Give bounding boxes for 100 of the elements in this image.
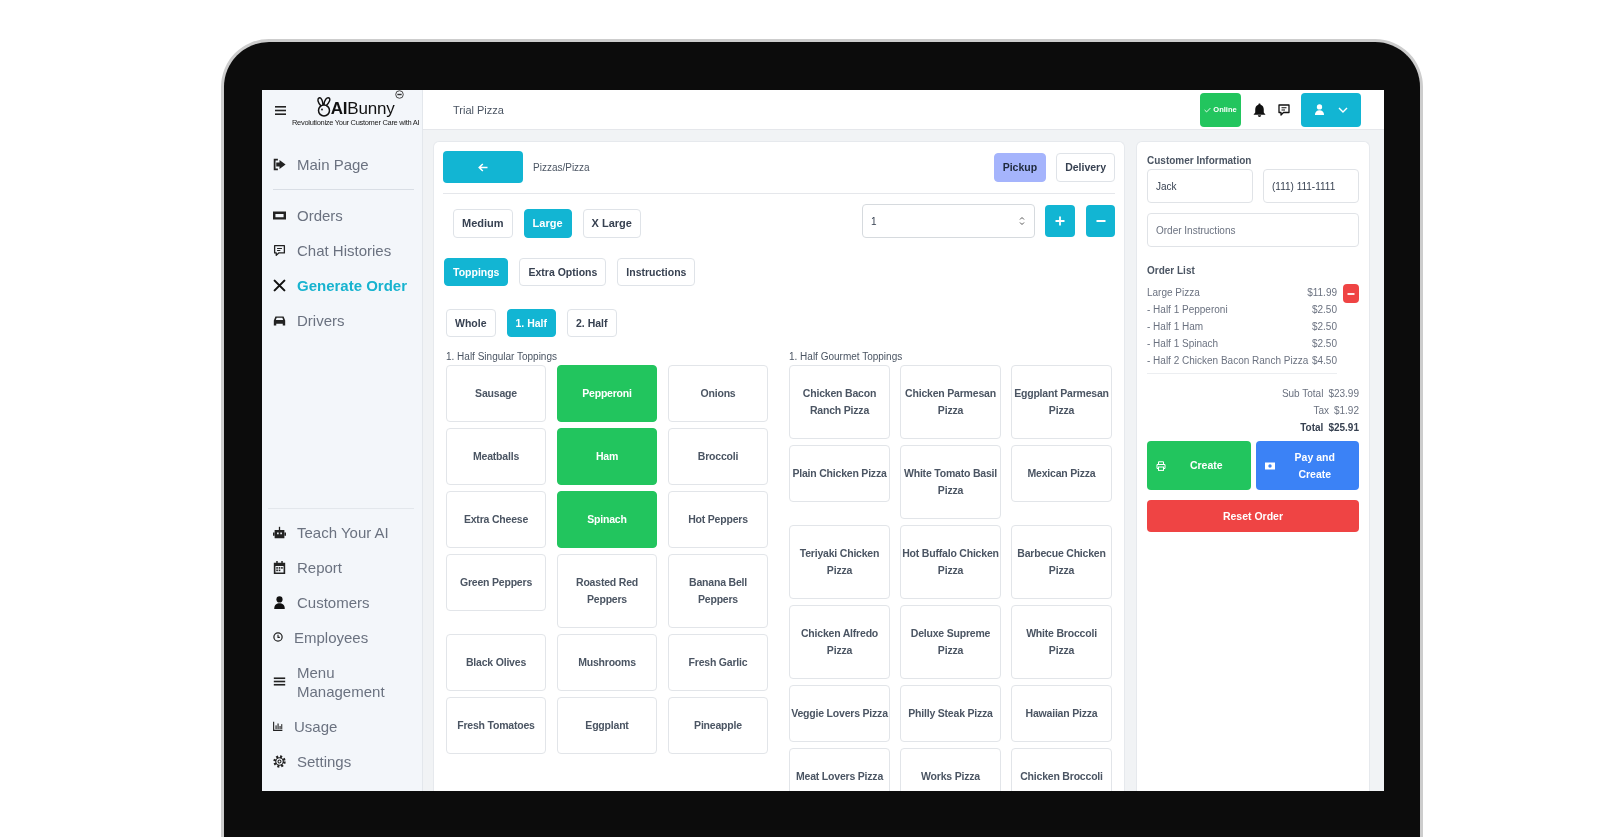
menu-icon[interactable] bbox=[275, 105, 286, 115]
order-type-button[interactable]: Pickup bbox=[993, 152, 1047, 182]
nav-item[interactable]: Employees bbox=[273, 619, 414, 655]
cash-icon bbox=[1264, 460, 1275, 471]
topping-tile[interactable]: Pineapple bbox=[668, 697, 768, 754]
topping-tile[interactable]: Chicken Bacon Ranch Pizza bbox=[789, 365, 890, 439]
user-icon bbox=[273, 595, 286, 609]
check-icon bbox=[1204, 106, 1212, 113]
pay-and-create-button[interactable]: Pay and Create bbox=[1255, 441, 1359, 490]
order-item-name: - Half 2 Chicken Bacon Ranch Pizza bbox=[1147, 354, 1309, 368]
breadcrumb: Pizzas/Pizza bbox=[533, 161, 590, 173]
total-value: $23.99 bbox=[1328, 387, 1359, 401]
order-item-name: - Half 1 Ham bbox=[1147, 320, 1204, 334]
nav-item[interactable]: Orders bbox=[273, 198, 414, 233]
nav-item[interactable]: Report bbox=[273, 549, 414, 585]
robot-icon bbox=[273, 525, 286, 539]
nav-item[interactable]: Customers bbox=[273, 584, 414, 620]
nav-item[interactable]: Chat Histories bbox=[273, 233, 414, 268]
instructions-field[interactable]: Order Instructions bbox=[1147, 213, 1359, 247]
size-button[interactable]: X Large bbox=[582, 208, 641, 238]
nav-item[interactable]: Teach Your AI bbox=[273, 514, 414, 550]
menu-lines-icon bbox=[273, 675, 286, 688]
total-value: $25.91 bbox=[1328, 421, 1359, 435]
portion-button[interactable]: Whole bbox=[446, 309, 496, 337]
decrease-button[interactable] bbox=[1086, 205, 1115, 237]
topping-tile[interactable]: Black Olives bbox=[446, 634, 546, 691]
topping-tile[interactable]: Veggie Lovers Pizza bbox=[789, 685, 890, 742]
topping-tile[interactable]: Broccoli bbox=[668, 428, 768, 485]
stepper-icon[interactable] bbox=[1019, 216, 1025, 226]
tab[interactable]: Extra Options bbox=[519, 258, 607, 286]
total-label: Sub Total bbox=[1281, 387, 1324, 401]
order-item-name: - Half 1 Spinach bbox=[1147, 337, 1219, 351]
topping-tile[interactable]: Eggplant bbox=[557, 697, 657, 754]
topping-tile[interactable]: Chicken Parmesan Pizza bbox=[900, 365, 1001, 439]
topping-tile[interactable]: Fresh Garlic bbox=[668, 634, 768, 691]
topping-tile[interactable]: Extra Cheese bbox=[446, 491, 546, 548]
nav-item[interactable]: Menu Management bbox=[273, 654, 414, 709]
topping-tile[interactable]: Eggplant Parmesan Pizza bbox=[1011, 365, 1112, 439]
user-menu-button[interactable] bbox=[1301, 92, 1361, 127]
topping-tile[interactable]: Chicken Alfredo Pizza bbox=[789, 605, 890, 679]
sign-in-icon bbox=[273, 157, 286, 171]
phone-field[interactable]: (111) 111-1111 bbox=[1263, 169, 1359, 203]
crossed-utensils-icon bbox=[273, 279, 286, 292]
topping-tile[interactable]: Onions bbox=[668, 365, 768, 422]
order-item-name: Large Pizza bbox=[1147, 286, 1200, 300]
order-type-button[interactable]: Delivery bbox=[1056, 152, 1115, 182]
topping-tile[interactable]: Roasted Red Peppers bbox=[557, 554, 657, 628]
total-value: $1.92 bbox=[1333, 404, 1359, 418]
rabbit-icon bbox=[316, 96, 331, 117]
topping-tile[interactable]: Hawaiian Pizza bbox=[1011, 685, 1112, 742]
topping-tile[interactable]: Mexican Pizza bbox=[1011, 445, 1112, 502]
calendar-icon bbox=[273, 560, 286, 574]
minus-icon bbox=[1095, 220, 1106, 222]
order-item-price: $2.50 bbox=[1311, 337, 1337, 351]
increase-button[interactable] bbox=[1045, 205, 1075, 237]
topping-tile[interactable]: Hot Buffalo Chicken Pizza bbox=[900, 525, 1001, 599]
remove-item-button[interactable] bbox=[1343, 284, 1359, 303]
user-icon bbox=[1313, 104, 1325, 115]
topping-tile[interactable]: White Tomato Basil Pizza bbox=[900, 445, 1001, 519]
topping-tile[interactable]: Banana Bell Peppers bbox=[668, 554, 768, 628]
nav-item[interactable]: Drivers bbox=[273, 303, 414, 338]
name-field[interactable]: Jack bbox=[1147, 169, 1253, 203]
ticket-icon bbox=[273, 209, 286, 222]
page-title: Trial Pizza bbox=[453, 103, 504, 116]
topping-tile[interactable]: Chicken Broccoli bbox=[1011, 748, 1112, 791]
bell-icon[interactable] bbox=[1253, 102, 1266, 117]
quantity-field[interactable]: 1 bbox=[862, 204, 1035, 238]
topping-tile[interactable]: Plain Chicken Pizza bbox=[789, 445, 890, 502]
order-item-price: $2.50 bbox=[1311, 320, 1337, 334]
reset-order-button[interactable]: Reset Order bbox=[1147, 500, 1359, 532]
nav-item[interactable]: Main Page bbox=[273, 146, 414, 182]
settings-icon bbox=[273, 754, 286, 768]
chat-icon[interactable] bbox=[1278, 103, 1290, 116]
topping-tile[interactable]: Works Pizza bbox=[900, 748, 1001, 791]
topping-tile[interactable]: Meatballs bbox=[446, 428, 546, 485]
nav-item[interactable]: Settings bbox=[273, 743, 414, 779]
tab[interactable]: Instructions bbox=[617, 258, 696, 286]
topping-tile[interactable]: Meat Lovers Pizza bbox=[789, 748, 890, 791]
topping-tile[interactable]: White Broccoli Pizza bbox=[1011, 605, 1112, 679]
topping-tile[interactable]: Fresh Tomatoes bbox=[446, 697, 546, 754]
topping-tile[interactable]: Philly Steak Pizza bbox=[900, 685, 1001, 742]
section-title: 1. Half Singular Toppings bbox=[446, 351, 557, 363]
topping-tile[interactable]: Green Peppers bbox=[446, 554, 546, 611]
topping-tile[interactable]: Sausage bbox=[446, 365, 546, 422]
chat-icon bbox=[273, 244, 286, 257]
minus-icon bbox=[1347, 292, 1355, 295]
nav-item[interactable]: Usage bbox=[273, 708, 414, 744]
topping-tile[interactable]: Deluxe Supreme Pizza bbox=[900, 605, 1001, 679]
clock-icon bbox=[273, 632, 283, 642]
topping-tile[interactable]: Teriyaki Chicken Pizza bbox=[789, 525, 890, 599]
arrow-left-icon bbox=[478, 162, 488, 172]
order-item-price: $4.50 bbox=[1311, 354, 1337, 368]
portion-button[interactable]: 2. Half bbox=[567, 309, 617, 337]
topping-tile[interactable]: Hot Peppers bbox=[668, 491, 768, 548]
size-button[interactable]: Medium bbox=[453, 208, 513, 238]
topping-tile[interactable]: Mushrooms bbox=[557, 634, 657, 691]
back-button[interactable] bbox=[443, 151, 523, 183]
brand-name: AIBunny bbox=[330, 99, 395, 118]
section-title: 1. Half Gourmet Toppings bbox=[789, 351, 903, 363]
topping-tile[interactable]: Barbecue Chicken Pizza bbox=[1011, 525, 1112, 599]
